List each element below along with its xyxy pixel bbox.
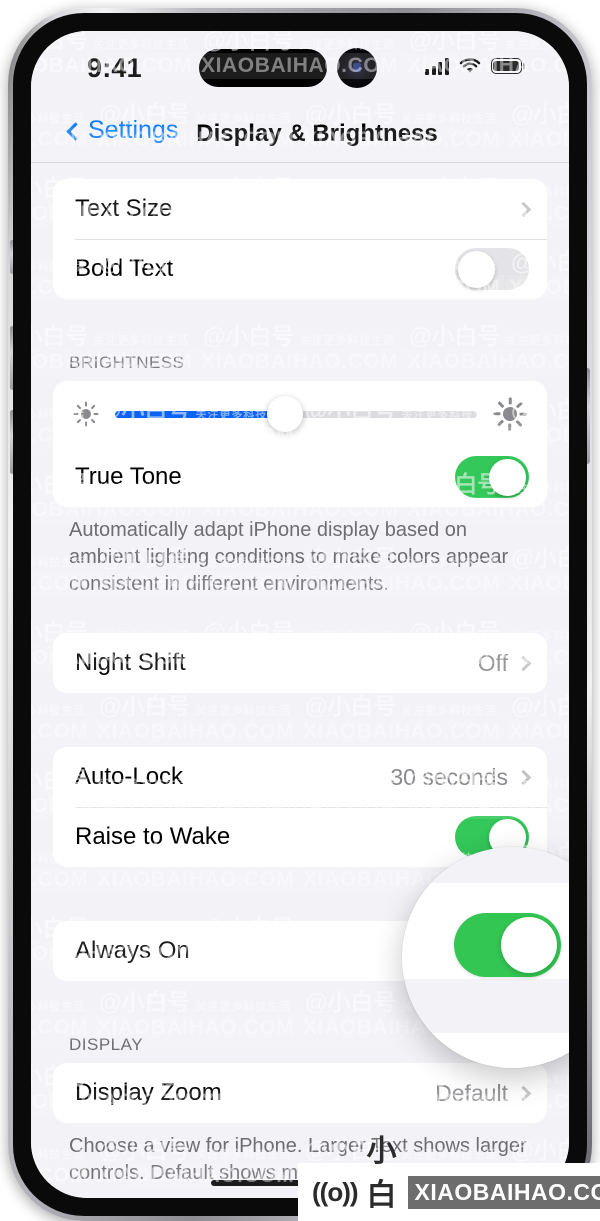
row-auto-lock-value: 30 seconds xyxy=(390,763,508,790)
night-shift-group: Night Shift Off xyxy=(53,633,547,694)
row-night-shift-label: Night Shift xyxy=(75,649,186,677)
row-bold-text-label: Bold Text xyxy=(75,255,174,282)
row-display-zoom-label: Display Zoom xyxy=(75,1079,222,1107)
row-bold-text[interactable]: Bold Text xyxy=(53,239,547,299)
brightness-group: True Tone xyxy=(53,381,547,507)
back-button-label: Settings xyxy=(88,116,179,144)
broadcast-icon: ((o)) xyxy=(312,1176,359,1207)
screenshot-root: 9:41 Display & Brightness Settings Text … xyxy=(0,0,600,1221)
row-night-shift[interactable]: Night Shift Off xyxy=(53,633,547,694)
magnified-always-on-toggle[interactable] xyxy=(454,913,561,977)
dynamic-island xyxy=(199,49,327,87)
row-display-zoom-value: Default xyxy=(435,1079,508,1106)
brightness-section-header: BRIGHTNESS xyxy=(69,353,185,372)
brightness-slider-knob[interactable] xyxy=(267,396,304,432)
lock-group: Auto-Lock 30 seconds Raise to Wake xyxy=(53,747,547,868)
site-logo-url: XIAOBAIHAO.COM xyxy=(407,1175,600,1209)
phone-frame: 9:41 Display & Brightness Settings Text … xyxy=(8,8,592,1221)
row-raise-to-wake-label: Raise to Wake xyxy=(75,823,231,851)
true-tone-toggle[interactable] xyxy=(455,456,529,498)
bold-text-toggle[interactable] xyxy=(455,248,529,290)
display-group: Display Zoom Default xyxy=(53,1063,547,1124)
battery-full-icon xyxy=(490,58,525,74)
row-true-tone-label: True Tone xyxy=(75,463,182,490)
row-always-on-label: Always On xyxy=(75,937,190,965)
brightness-slider[interactable] xyxy=(115,396,477,432)
row-auto-lock-label: Auto-Lock xyxy=(75,763,184,791)
phone-bezel: 9:41 Display & Brightness Settings Text … xyxy=(13,13,587,1216)
front-camera-icon xyxy=(337,48,377,88)
text-settings-group: Text Size Bold Text xyxy=(53,179,547,299)
chevron-left-icon xyxy=(66,121,85,141)
status-bar-indicators xyxy=(425,57,525,75)
chevron-right-icon xyxy=(515,1085,532,1102)
status-bar-time: 9:41 xyxy=(87,53,142,83)
phone-screen: 9:41 Display & Brightness Settings Text … xyxy=(31,31,569,1198)
chevron-right-icon xyxy=(515,201,532,217)
cellular-bars-icon xyxy=(425,57,449,75)
row-text-size[interactable]: Text Size xyxy=(53,179,547,239)
back-button[interactable]: Settings xyxy=(66,116,179,145)
brightness-slider-row[interactable] xyxy=(53,381,547,447)
brightness-low-icon xyxy=(73,401,99,427)
wifi-icon xyxy=(459,58,481,73)
navigation-bar: Display & Brightness Settings xyxy=(31,105,569,163)
site-logo-name: 小白号 xyxy=(366,1135,399,1212)
row-display-zoom[interactable]: Display Zoom Default xyxy=(53,1063,547,1124)
row-true-tone[interactable]: True Tone xyxy=(53,447,547,507)
chevron-right-icon xyxy=(515,655,532,672)
true-tone-description: Automatically adapt iPhone display based… xyxy=(69,519,509,595)
site-logo-badge: ((o)) 小白号 XIAOBAIHAO.COM xyxy=(298,1135,600,1221)
row-auto-lock[interactable]: Auto-Lock 30 seconds xyxy=(53,747,547,808)
brightness-high-icon xyxy=(493,397,527,431)
status-bar: 9:41 xyxy=(31,31,569,105)
row-text-size-label: Text Size xyxy=(75,195,173,222)
chevron-right-icon xyxy=(515,769,532,786)
row-night-shift-value: Off xyxy=(477,649,508,676)
